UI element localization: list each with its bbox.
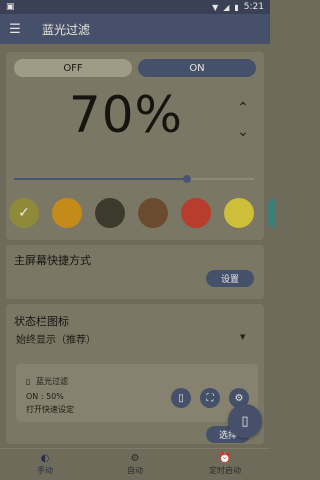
chevron-up-icon[interactable]: ⌃ bbox=[234, 100, 252, 116]
color-swatch[interactable] bbox=[181, 198, 211, 228]
settings-button[interactable]: 设置 bbox=[206, 270, 254, 287]
color-swatch[interactable] bbox=[52, 198, 82, 228]
fullscreen-icon[interactable]: ⛶ bbox=[200, 388, 220, 408]
on-button[interactable]: ON bbox=[138, 59, 256, 77]
app-title: 蓝光过滤 bbox=[42, 22, 91, 37]
bottom-nav: ◐ 手动 ⚙ 自动 ⏰ 定时启动 bbox=[0, 448, 270, 480]
menu-icon[interactable]: ☰ bbox=[0, 14, 30, 44]
shortcut-card: 主屏幕快捷方式 设置 bbox=[6, 245, 264, 299]
notification-quick-settings: 打开快速设定 bbox=[26, 405, 74, 414]
signal-icon: ◢ bbox=[223, 2, 230, 12]
shortcut-title: 主屏幕快捷方式 bbox=[14, 254, 91, 267]
color-swatch[interactable] bbox=[95, 198, 125, 228]
nav-timer[interactable]: ⏰ 定时启动 bbox=[180, 449, 270, 480]
dropdown-caret-icon[interactable]: ▼ bbox=[240, 333, 245, 341]
intensity-slider-track[interactable] bbox=[14, 178, 187, 180]
filter-fab[interactable]: ▯ bbox=[228, 404, 262, 438]
status-icon-title: 状态栏图标 bbox=[14, 315, 69, 328]
nav-timer-label: 定时启动 bbox=[209, 466, 241, 475]
check-icon: ✓ bbox=[18, 205, 30, 221]
intensity-percent: 70% bbox=[68, 86, 184, 144]
color-swatch[interactable] bbox=[138, 198, 168, 228]
status-icon-dropdown[interactable]: 始终显示（推荐） bbox=[16, 331, 96, 346]
phone-icon: ▯ bbox=[241, 413, 249, 429]
app-bar: ☰ 蓝光过滤 bbox=[0, 14, 270, 44]
nav-manual-label: 手动 bbox=[37, 466, 53, 475]
intensity-slider-thumb[interactable] bbox=[183, 175, 191, 183]
phone-toggle-icon[interactable]: ▯ bbox=[171, 388, 191, 408]
nav-manual[interactable]: ◐ 手动 bbox=[0, 449, 90, 480]
alarm-clock-icon: ⏰ bbox=[218, 453, 232, 464]
color-swatch[interactable] bbox=[267, 198, 275, 228]
chevron-down-icon[interactable]: ⌄ bbox=[234, 124, 252, 140]
status-bar: ▣ ▼ ◢ ▮ 5:21 bbox=[0, 0, 270, 14]
battery-icon: ▮ bbox=[234, 2, 239, 12]
notification-preview: ▯ 蓝光过滤 ON : 50% 打开快速设定 ▯ ⛶ ⚙ bbox=[16, 364, 258, 422]
color-swatch[interactable]: ✓ bbox=[9, 198, 39, 228]
nav-auto-label: 自动 bbox=[127, 466, 143, 475]
phone-icon: ▯ bbox=[26, 377, 31, 386]
gear-icon: ⚙ bbox=[130, 453, 140, 464]
off-button[interactable]: OFF bbox=[14, 59, 132, 77]
filter-card: OFF ON 70% ⌃ ⌄ ✓ bbox=[6, 52, 275, 240]
status-time: 5:21 bbox=[243, 2, 264, 12]
half-circle-icon: ◐ bbox=[40, 453, 50, 464]
notification-status: ON : 50% bbox=[26, 392, 64, 401]
app-icon: ▣ bbox=[6, 2, 15, 12]
color-swatch[interactable] bbox=[224, 198, 254, 228]
status-icon-card: 状态栏图标 始终显示（推荐） ▼ ▯ 蓝光过滤 ON : 50% 打开快速设定 … bbox=[6, 304, 264, 444]
wifi-icon: ▼ bbox=[212, 2, 219, 12]
nav-auto[interactable]: ⚙ 自动 bbox=[90, 449, 180, 480]
intensity-slider-remaining[interactable] bbox=[187, 178, 254, 180]
notification-title: 蓝光过滤 bbox=[36, 377, 68, 386]
